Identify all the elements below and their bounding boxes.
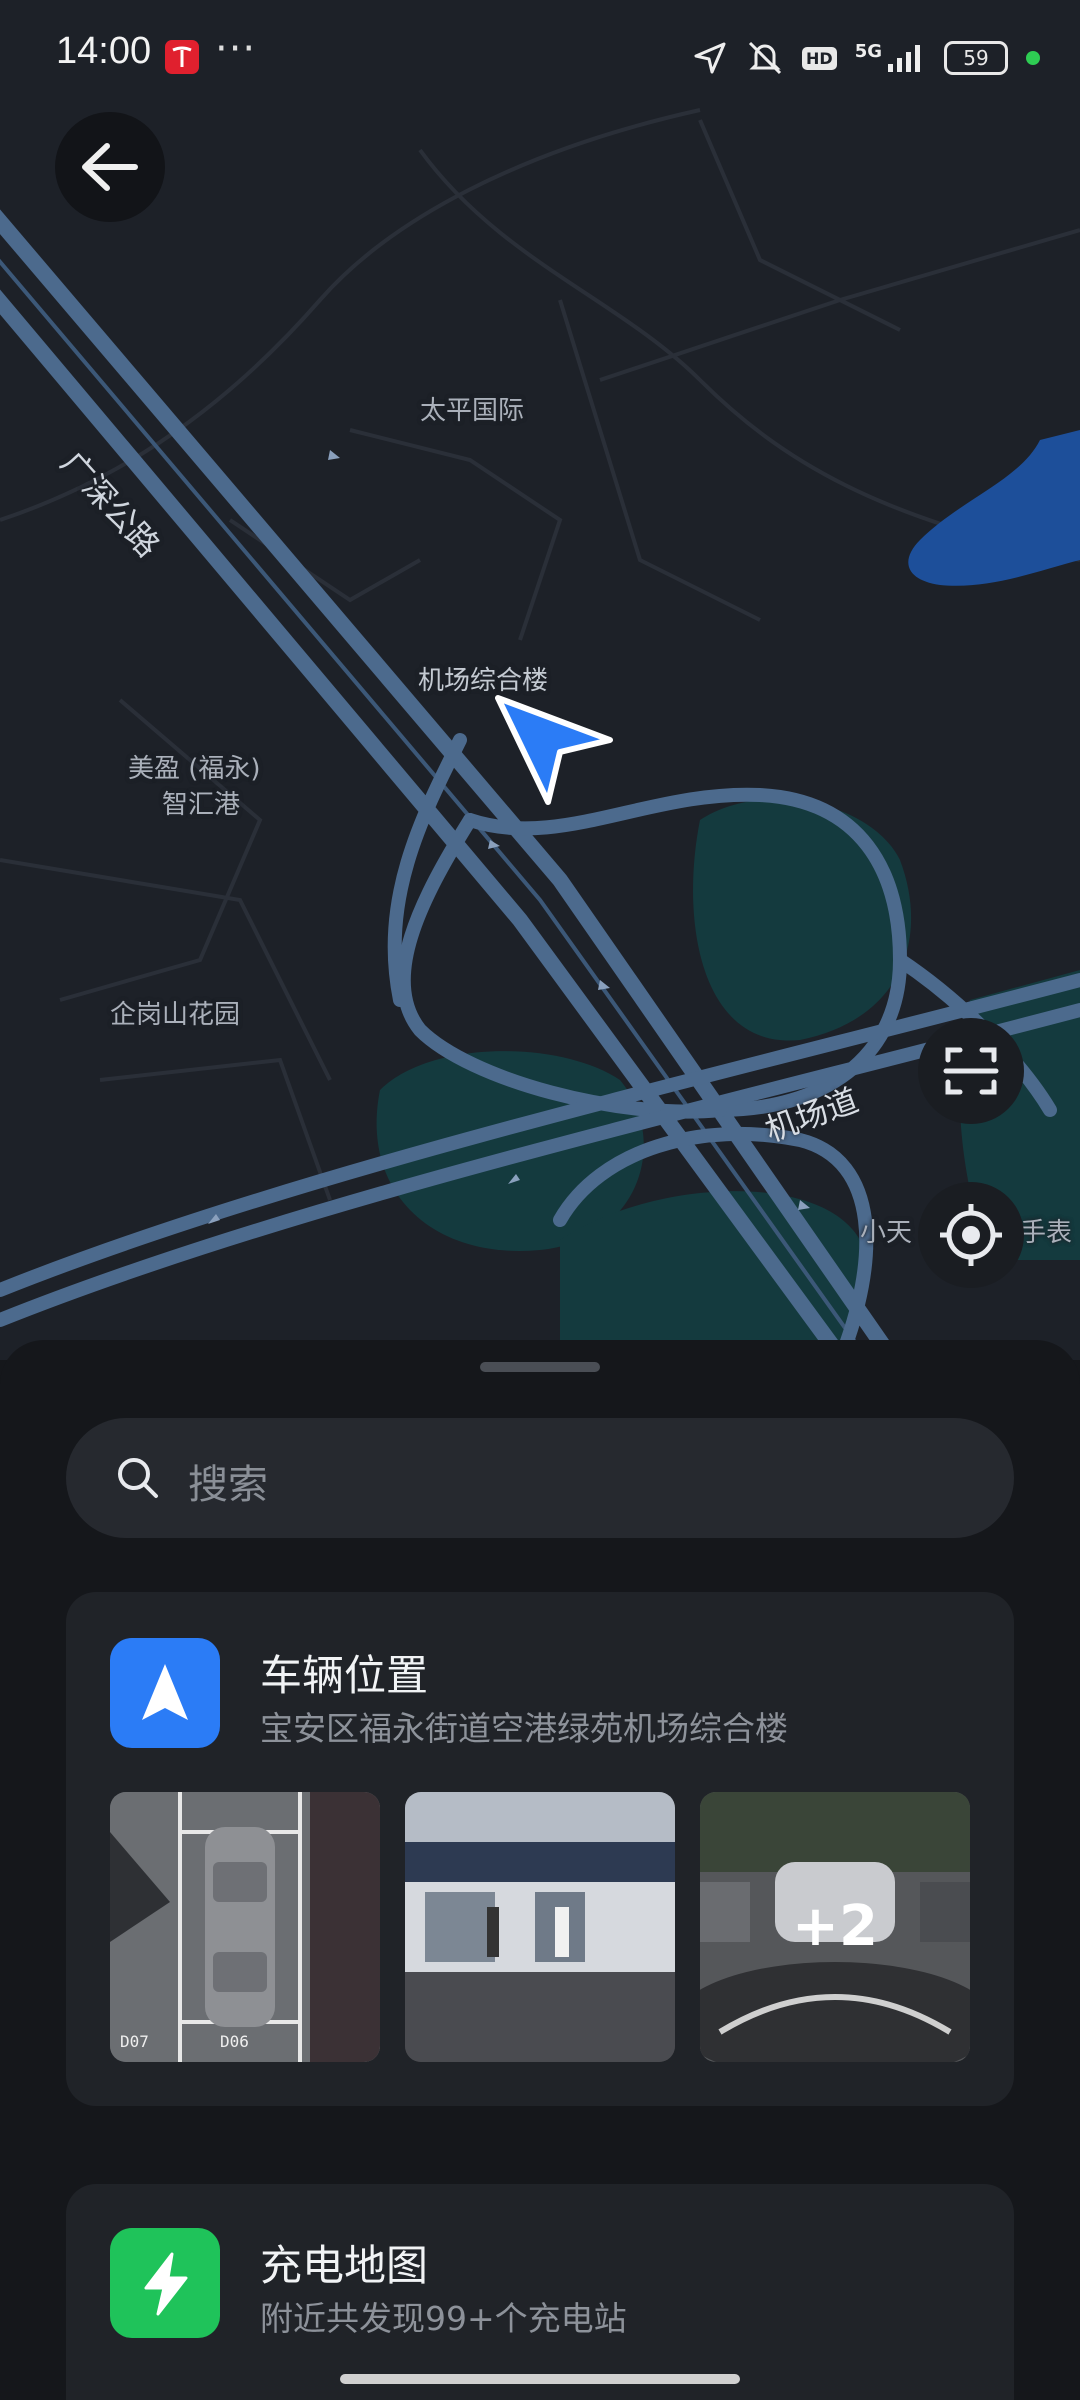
charging-icon <box>110 2228 220 2338</box>
parking-spot-label-1: D07 <box>120 2032 149 2051</box>
signal-icon <box>888 45 920 72</box>
arrow-left-icon <box>82 143 138 191</box>
search-icon <box>118 1458 158 1498</box>
vehicle-location-card[interactable]: 车辆位置 宝安区福永街道空港绿苑机场综合楼 D07 D06 +2 <box>66 1592 1014 2106</box>
charging-map-title: 充电地图 <box>260 2241 429 2290</box>
lightning-bolt-icon <box>144 2252 188 2316</box>
map-label-qigang: 企岗山花园 <box>110 1000 241 1030</box>
scan-icon <box>943 1047 999 1095</box>
vehicle-location-title: 车辆位置 <box>260 1651 429 1700</box>
battery-indicator: 59 <box>944 41 1008 75</box>
search-placeholder[interactable]: 搜索 <box>188 1452 268 1510</box>
search-bar[interactable]: 搜索 <box>66 1418 1014 1538</box>
charging-map-card[interactable]: 充电地图 附近共发现99+个充电站 <box>66 2184 1014 2400</box>
home-indicator[interactable] <box>340 2374 740 2384</box>
status-bar: 14:00 ··· HD 5G 59 <box>0 0 1080 110</box>
mute-bell-icon <box>748 41 782 75</box>
bottom-sheet[interactable]: 搜索 车辆位置 宝安区福永街道空港绿苑机场综合楼 D07 D06 +2 充电地图… <box>0 1340 1080 2400</box>
status-icons: HD 5G 59 <box>692 38 1040 78</box>
status-time: 14:00 <box>56 30 152 72</box>
sheet-drag-handle[interactable] <box>480 1362 600 1372</box>
more-notifications-icon: ··· <box>215 26 257 72</box>
more-photos-count: +2 <box>792 1894 878 1959</box>
vehicle-photo-front[interactable] <box>405 1792 675 2062</box>
charging-map-subtitle: 附近共发现99+个充电站 <box>260 2299 627 2338</box>
map-label-meiying-1: 美盈 (福永) <box>128 754 261 784</box>
parking-spot-label-2: D06 <box>220 2032 249 2051</box>
map-label-xiaotian: 小天 <box>860 1218 913 1248</box>
crosshair-icon <box>940 1204 1002 1266</box>
vehicle-location-address: 宝安区福永街道空港绿苑机场综合楼 <box>260 1709 788 1748</box>
tesla-app-icon <box>165 40 199 74</box>
privacy-indicator-dot <box>1026 51 1040 65</box>
network-type: 5G <box>854 40 882 62</box>
map-label-shoubiao: 手表 <box>1020 1218 1073 1248</box>
back-button[interactable] <box>55 112 165 222</box>
vehicle-location-icon <box>110 1638 220 1748</box>
locate-me-button[interactable] <box>918 1182 1024 1288</box>
vehicle-location-arrow-icon[interactable] <box>490 690 620 820</box>
location-icon <box>694 42 726 74</box>
vehicle-photo-rear[interactable]: +2 <box>700 1792 970 2062</box>
map-label-taiping: 太平国际 <box>420 396 525 426</box>
map-label-meiying-2: 智汇港 <box>162 790 241 820</box>
map-view[interactable]: 广深公路 太平国际 机场综合楼 美盈 (福永) 智汇港 企岗山花园 机场道 小天… <box>0 0 1080 1360</box>
scan-button[interactable] <box>918 1018 1024 1124</box>
vehicle-photo-topview[interactable]: D07 D06 <box>110 1792 380 2062</box>
hd-badge: HD <box>802 46 837 70</box>
